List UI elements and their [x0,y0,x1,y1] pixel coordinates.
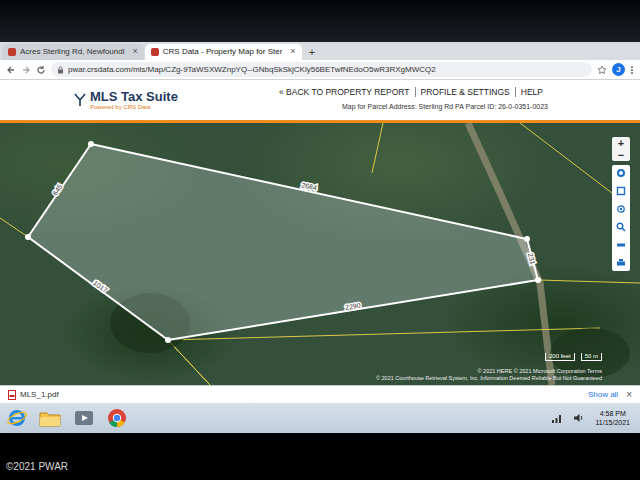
star-icon[interactable] [597,65,607,75]
clock-time: 4:58 PM [595,409,630,418]
lock-icon [57,66,64,74]
print-icon[interactable] [616,258,626,268]
download-file: MLS_1.pdf [20,389,59,401]
header-link[interactable]: HELP [515,87,548,97]
scale-label: 50 m [581,353,602,361]
header-link[interactable]: « BACK TO PROPERTY REPORT [274,87,415,97]
new-tab-button[interactable]: + [303,44,321,60]
taskbar-clock[interactable]: 4:58 PM11/15/2021 [595,409,630,427]
internet-explorer-icon[interactable] [6,407,28,429]
browser-tab[interactable]: CRS Data - Property Map for Ster × [145,44,302,60]
media-player-icon[interactable] [72,407,96,429]
profile-avatar[interactable]: J [612,63,625,76]
show-all-link[interactable]: Show all [588,389,618,401]
edge-length-label: 1017 [92,279,109,294]
browser-tab[interactable]: Acres Sterling Rd, Newfoundl × [2,44,144,60]
forward-icon[interactable] [21,65,31,75]
browser-toolbar: pwar.crsdata.com/mls/Map/CZg-9TaWSXWZnpY… [0,60,640,80]
tab-close-button[interactable]: × [290,45,295,59]
map-tools [612,165,630,271]
monitor-bezel [0,0,640,42]
logo: MLS Tax SuitePowered by CRS Data [74,90,178,110]
parcel-vertex[interactable] [88,141,94,147]
favicon-icon [151,48,159,56]
parcel-vertex[interactable] [25,234,31,240]
pdf-file-icon [8,390,16,400]
logo-icon [74,93,86,107]
search-icon[interactable] [616,222,626,232]
layers-icon[interactable] [616,186,626,196]
tab-close-button[interactable]: × [133,45,138,59]
parcel-vertex[interactable] [524,236,530,242]
map-controls: +− [612,137,630,271]
screen: Acres Sterling Rd, Newfoundl×CRS Data - … [0,0,640,480]
tab-label: Acres Sterling Rd, Newfoundl [20,46,125,58]
tab-label: CRS Data - Property Map for Ster [163,46,283,58]
parcel-overlay: 645 2684 231 2290 1017 [0,123,640,385]
tab-strip: Acres Sterling Rd, Newfoundl×CRS Data - … [0,42,640,60]
attribution-line: © 2021 HERE © 2021 Microsoft Corporation… [376,368,602,375]
parcel-vertex[interactable] [165,337,171,343]
download-actions: Show all × [588,387,632,402]
measure-icon[interactable] [616,240,626,250]
download-item[interactable]: MLS_1.pdf [8,389,59,401]
locate-icon[interactable] [616,204,626,214]
zoom-out-button[interactable]: − [612,149,630,161]
zoom-controls: +− [612,137,630,161]
powered-by: Powered by CRS Data [90,104,178,111]
edge-length-label: 231 [527,252,537,265]
close-downloads-button[interactable]: × [626,387,632,402]
watermark: ©2021 PWAR [6,461,68,472]
logo-text: MLS Tax Suite [90,90,178,104]
back-icon[interactable] [6,65,16,75]
property-map[interactable]: 645 2684 231 2290 1017 +− 200 feet 50 m © 2021 H… [0,123,640,385]
network-icon[interactable] [551,413,563,423]
volume-icon[interactable] [573,413,585,423]
zoom-in-button[interactable]: + [612,137,630,149]
page-header: MLS Tax SuitePowered by CRS Data « BACK T… [0,80,640,120]
gear-icon[interactable] [616,168,626,178]
monitor-bezel-bottom: ©2021 PWAR [0,433,640,480]
favicon-icon [8,48,16,56]
chrome-icon[interactable] [106,407,128,429]
parcel-polygon[interactable] [28,144,538,340]
logo-text-block: MLS Tax SuitePowered by CRS Data [90,90,178,110]
header-links: « BACK TO PROPERTY REPORTPROFILE & SETTI… [274,87,548,97]
parcel-vertex[interactable] [535,277,541,283]
edge-length-label: 645 [51,183,63,197]
file-explorer-icon[interactable] [38,407,62,429]
taskbar: 4:58 PM11/15/2021 [0,403,640,433]
attribution-line: © 2021 Courthouse Retrieval System, Inc.… [376,375,602,382]
header-link[interactable]: PROFILE & SETTINGS [415,87,515,97]
map-scale: 200 feet 50 m [545,353,602,361]
map-for-parcel: Map for Parcel Address: Sterling Rd PA P… [342,102,548,113]
edge-length-label: 2684 [301,181,318,191]
clock-date: 11/15/2021 [595,418,630,427]
scale-label: 200 feet [545,353,575,361]
download-bar: MLS_1.pdf Show all × [0,385,640,403]
address-bar[interactable]: pwar.crsdata.com/mls/Map/CZg-9TaWSXWZnpY… [51,62,592,77]
menu-icon[interactable] [630,65,634,75]
edge-length-label: 2290 [345,302,362,311]
header-right: « BACK TO PROPERTY REPORTPROFILE & SETTI… [274,87,548,113]
reload-icon[interactable] [36,65,46,75]
url-text: pwar.crsdata.com/mls/Map/CZg-9TaWSXWZnpY… [68,64,436,76]
map-attribution: © 2021 HERE © 2021 Microsoft Corporation… [376,368,602,382]
